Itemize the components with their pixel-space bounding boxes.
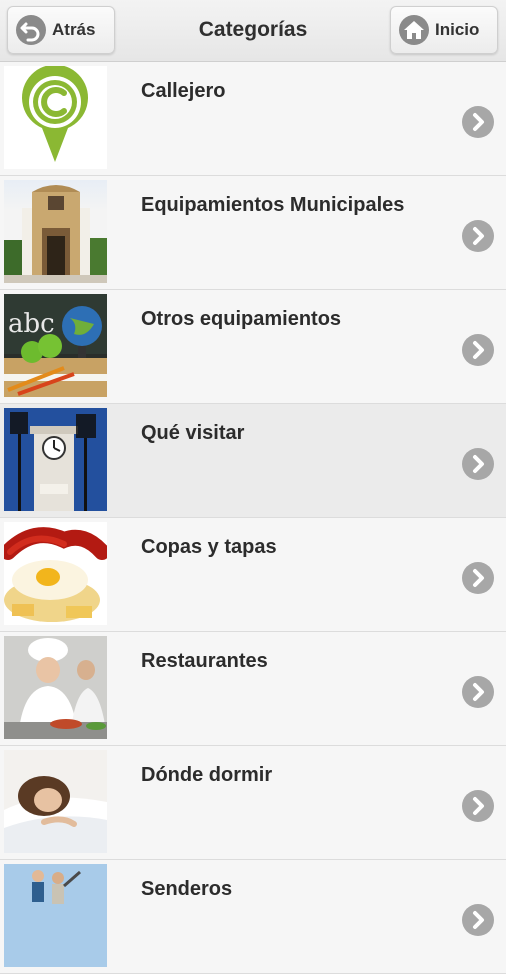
category-label: Dónde dormir <box>141 764 273 786</box>
page-title: Categorías <box>198 18 308 41</box>
chevron-right-icon[interactable] <box>462 106 494 138</box>
list-item-senderos[interactable]: Senderos <box>0 860 506 974</box>
category-label: Otros equipamientos <box>141 308 342 330</box>
category-label: Equipamientos Municipales <box>141 194 405 216</box>
chevron-right-icon[interactable] <box>462 448 494 480</box>
home-button-label: Inicio <box>435 20 480 39</box>
category-list: Callejero Equipamientos Municipales abc … <box>0 62 506 974</box>
list-item-callejero[interactable]: Callejero <box>0 62 506 176</box>
chevron-right-icon[interactable] <box>462 904 494 936</box>
list-item-restaurantes[interactable]: Restaurantes <box>0 632 506 746</box>
chevron-right-icon[interactable] <box>462 676 494 708</box>
clock-tower-photo <box>4 408 107 511</box>
category-label: Callejero <box>141 80 226 102</box>
hikers-photo <box>4 864 107 967</box>
chevron-right-icon[interactable] <box>462 790 494 822</box>
top-bar: Atrás Categorías Inicio <box>0 0 506 62</box>
municipal-building-photo <box>4 180 107 283</box>
category-label: Copas y tapas <box>141 536 277 558</box>
back-arrow-icon <box>16 15 46 45</box>
list-item-copas-y-tapas[interactable]: Copas y tapas <box>0 518 506 632</box>
back-button-label: Atrás <box>52 20 96 39</box>
list-item-equipamientos-municipales[interactable]: Equipamientos Municipales <box>0 176 506 290</box>
list-item-que-visitar[interactable]: Qué visitar <box>0 404 506 518</box>
home-icon <box>399 15 429 45</box>
category-label: Qué visitar <box>141 422 245 444</box>
home-button[interactable]: Inicio <box>390 6 498 54</box>
list-item-otros-equipamientos[interactable]: abc Otros equipamientos <box>0 290 506 404</box>
map-pin-logo-image <box>4 66 107 169</box>
chevron-right-icon[interactable] <box>462 562 494 594</box>
category-label: Senderos <box>141 878 233 900</box>
chevron-right-icon[interactable] <box>462 220 494 252</box>
list-item-donde-dormir[interactable]: Dónde dormir <box>0 746 506 860</box>
chevron-right-icon[interactable] <box>462 334 494 366</box>
back-button[interactable]: Atrás <box>7 6 115 54</box>
school-supplies-photo: abc <box>4 294 107 397</box>
sleeping-woman-photo <box>4 750 107 853</box>
tapas-food-photo <box>4 522 107 625</box>
category-label: Restaurantes <box>141 650 268 672</box>
chefs-kitchen-photo <box>4 636 107 739</box>
